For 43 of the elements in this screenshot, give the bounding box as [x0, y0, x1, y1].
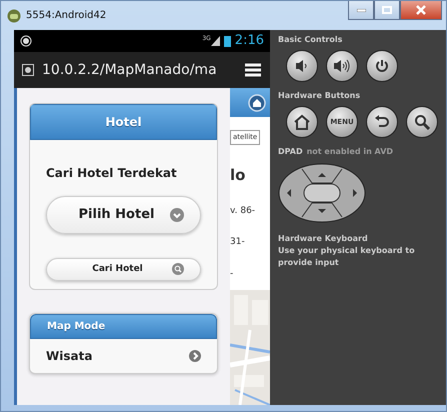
hotel-select[interactable]: Pilih Hotel [46, 196, 201, 234]
close-button[interactable] [400, 1, 442, 20]
search-icon [414, 114, 430, 130]
map-info-text: lo [230, 165, 246, 186]
power-button[interactable] [366, 50, 398, 82]
volume-up-icon [333, 59, 351, 73]
signal-icon [210, 36, 220, 46]
minimize-button[interactable] [348, 1, 374, 20]
close-icon [416, 5, 426, 15]
volume-up-button[interactable] [326, 50, 358, 82]
status-time: 2:16 [234, 32, 264, 50]
section-title: Hardware Buttons [278, 90, 362, 102]
home-icon[interactable] [248, 94, 266, 112]
back-icon [374, 114, 390, 130]
keyboard-title: Hardware Keyboard [278, 233, 369, 245]
dpad-note: not enabled in AVD [306, 146, 394, 158]
section-title: DPAD [278, 146, 303, 158]
battery-icon [224, 35, 231, 47]
back-button[interactable] [366, 106, 398, 138]
map-mode-header: Map Mode [30, 314, 217, 339]
map-info-text: 31- [230, 236, 246, 249]
maximize-button[interactable] [374, 1, 400, 20]
volume-down-button[interactable] [286, 50, 318, 82]
location-icon [20, 35, 32, 47]
tabs-icon[interactable] [244, 63, 262, 77]
maximize-icon [382, 6, 392, 14]
home-icon [293, 114, 311, 130]
android-icon [7, 8, 21, 22]
chevron-right-icon [189, 350, 201, 362]
map-info-text: v. 86- [230, 204, 256, 218]
search-hotel-button[interactable]: Cari Hotel [46, 258, 201, 281]
minimize-icon [356, 8, 366, 12]
section-title: Basic Controls [278, 34, 344, 46]
map-info-text: - [230, 268, 234, 280]
window-title: 5554:Android42 [26, 9, 106, 23]
keyboard-note: Use your physical keyboard to provide input [278, 245, 416, 269]
home-button[interactable] [286, 106, 318, 138]
chevron-down-icon [170, 208, 184, 222]
map-mode-item[interactable]: Wisata [30, 339, 217, 373]
search-button[interactable] [406, 106, 438, 138]
search-icon [172, 263, 184, 276]
section-heading: Cari Hotel Terdekat [46, 165, 178, 182]
power-icon [375, 59, 389, 73]
